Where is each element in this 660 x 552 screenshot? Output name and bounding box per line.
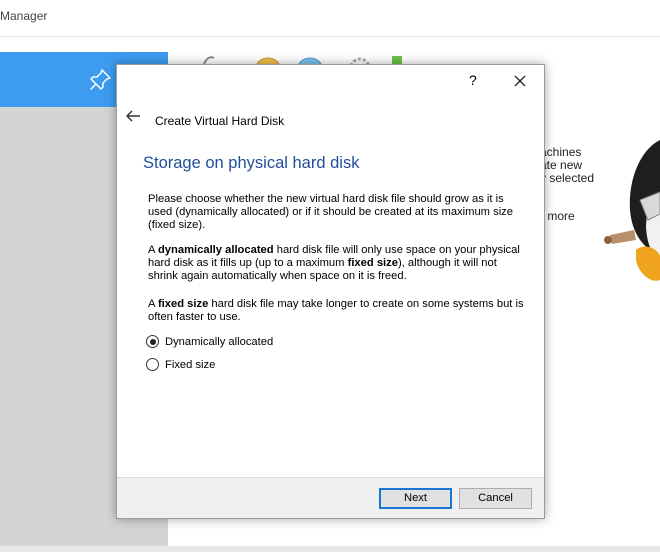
welcome-text-line-2: ate new <box>540 158 583 172</box>
welcome-text-line-1: achines <box>540 145 582 159</box>
window-bottom-edge <box>0 546 660 552</box>
dynamic-description-paragraph: A dynamically allocated hard disk file w… <box>148 244 528 284</box>
cancel-button[interactable]: Cancel <box>459 488 532 509</box>
bold-term: fixed size <box>347 257 398 270</box>
next-button[interactable]: Next <box>379 488 452 509</box>
toolbar-divider <box>0 36 660 37</box>
radio-dynamically-allocated[interactable]: Dynamically allocated <box>146 335 273 348</box>
text-span: A <box>148 298 158 310</box>
intro-paragraph: Please choose whether the new virtual ha… <box>148 193 513 232</box>
radio-button-checked[interactable] <box>146 335 159 348</box>
dialog-body: Create Virtual Hard Disk Storage on phys… <box>117 97 544 477</box>
radio-label: Fixed size <box>165 358 216 371</box>
pin-icon[interactable] <box>88 68 112 92</box>
back-arrow-icon[interactable] <box>125 109 141 123</box>
tux-icon <box>604 140 660 281</box>
radio-label: Dynamically allocated <box>165 335 274 348</box>
bold-term: dynamically allocated <box>157 244 274 256</box>
page-title: Storage on physical hard disk <box>143 154 360 172</box>
fixed-description-paragraph: A fixed size hard disk file may take lon… <box>148 298 528 324</box>
help-button[interactable]: ? <box>469 72 477 88</box>
dialog-footer: Next Cancel <box>117 477 544 518</box>
text-span: A <box>148 244 158 256</box>
bold-term: fixed size <box>157 298 209 310</box>
create-virtual-hard-disk-dialog: ? Create Virtual Hard Disk Storage on ph… <box>116 64 545 519</box>
welcome-text-line-3: y selected <box>540 171 595 185</box>
dialog-header-title: Create Virtual Hard Disk <box>155 114 285 128</box>
close-icon[interactable] <box>509 70 531 92</box>
main-titlebar <box>0 0 660 36</box>
dialog-titlebar: ? <box>117 65 544 97</box>
radio-fixed-size[interactable]: Fixed size <box>146 358 215 371</box>
main-window-title: Manager <box>0 9 48 23</box>
radio-button[interactable] <box>146 358 159 371</box>
welcome-text-line-4: r more <box>540 209 575 223</box>
